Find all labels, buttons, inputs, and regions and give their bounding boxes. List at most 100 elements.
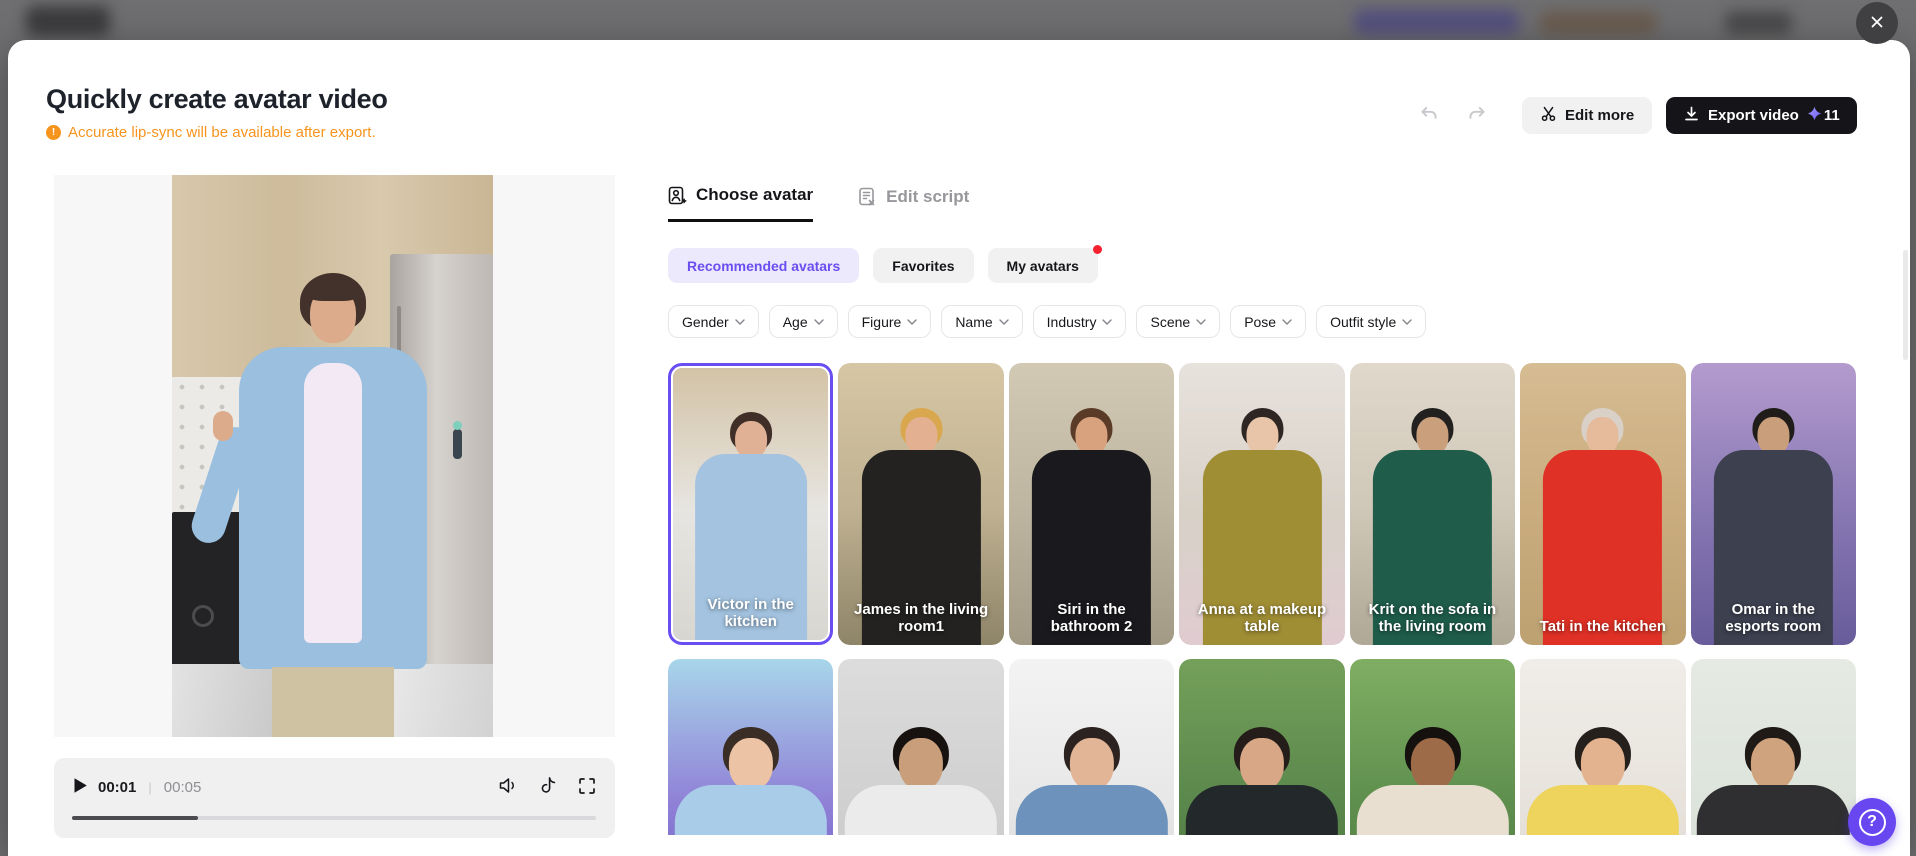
avatar-thumbnail: James in the living room1 xyxy=(838,363,1004,645)
filter-name[interactable]: Name xyxy=(941,305,1023,338)
filter-label: Pose xyxy=(1244,313,1277,330)
chevron-down-icon xyxy=(907,318,918,325)
chevron-down-icon xyxy=(1282,318,1292,325)
tab-label: Edit script xyxy=(886,186,970,206)
edit-more-label: Edit more xyxy=(1565,107,1635,124)
help-button[interactable]: ? xyxy=(1848,798,1896,846)
blurred-toolbar-item xyxy=(1540,11,1657,35)
export-video-label: Export video xyxy=(1708,107,1799,124)
edit-more-button[interactable]: Edit more xyxy=(1522,97,1653,134)
avatar-thumbnail xyxy=(1690,659,1856,835)
avatar-card[interactable] xyxy=(1349,659,1516,835)
avatar-name-label: Anna at a makeup table xyxy=(1197,601,1327,636)
avatar-person-illustration xyxy=(1543,408,1663,645)
filter-age[interactable]: Age xyxy=(768,305,838,338)
avatar-filter-row: Gender Age Figure Name Industry Scene Pose Outf… xyxy=(668,305,1427,338)
redo-button[interactable] xyxy=(1464,102,1490,128)
chip-label: Recommended avatars xyxy=(687,257,841,274)
avatar-card[interactable] xyxy=(1690,659,1856,835)
scrollbar-thumb[interactable] xyxy=(1903,250,1908,360)
panel-tabs: Choose avatar Edit script xyxy=(668,185,969,222)
filter-gender[interactable]: Gender xyxy=(668,305,759,338)
avatar-grid: Victor in the kitchen James in the living… xyxy=(668,363,1856,835)
filter-figure[interactable]: Figure xyxy=(847,305,932,338)
chip-my-avatars[interactable]: My avatars xyxy=(987,245,1102,283)
avatar-thumbnail: Anna at a makeup table xyxy=(1179,363,1345,645)
close-modal-button[interactable] xyxy=(1856,2,1898,44)
avatar-person-illustration xyxy=(1697,726,1850,835)
chevron-down-icon xyxy=(1402,318,1412,325)
player-controls: 00:01 | 00:05 xyxy=(54,758,615,838)
person-head xyxy=(1410,737,1455,790)
avatar-card-anna-at-a-makeup-table[interactable]: Anna at a makeup table xyxy=(1179,363,1345,645)
edit-script-icon xyxy=(858,187,877,206)
current-time: 00:01 xyxy=(98,778,137,796)
avatar-thumbnail: Krit on the sofa in the living room xyxy=(1349,363,1516,645)
time-divider: | xyxy=(148,779,152,795)
avatar-source-chips: Recommended avatars Favorites My avatars xyxy=(668,245,1102,283)
presenter-tshirt xyxy=(303,363,362,643)
blurred-toolbar-item xyxy=(1354,9,1519,35)
avatar-thumbnail xyxy=(668,659,834,835)
fullscreen-button[interactable] xyxy=(578,777,596,798)
fridge-scissors xyxy=(453,421,463,460)
avatar-thumbnail xyxy=(1520,659,1686,835)
filter-outfit-style[interactable]: Outfit style xyxy=(1316,305,1427,338)
avatar-card-krit-on-the-sofa-in-the-living-room[interactable]: Krit on the sofa in the living room xyxy=(1349,363,1516,645)
filter-scene[interactable]: Scene xyxy=(1136,305,1221,338)
export-video-button[interactable]: Export video 11 xyxy=(1666,97,1857,134)
avatar-card-omar-in-the-esports-room[interactable]: Omar in the esports room xyxy=(1690,363,1856,645)
tab-edit-script[interactable]: Edit script xyxy=(858,185,969,222)
avatar-thumbnail: Tati in the kitchen xyxy=(1520,363,1686,645)
seek-bar[interactable] xyxy=(72,816,596,820)
tab-choose-avatar[interactable]: Choose avatar xyxy=(668,185,814,222)
avatar-card[interactable] xyxy=(838,659,1004,835)
avatar-thumbnail: Victor in the kitchen xyxy=(673,368,829,640)
chevron-down-icon xyxy=(813,318,824,325)
avatar-thumbnail xyxy=(1008,659,1175,835)
page-title: Quickly create avatar video xyxy=(46,84,388,114)
avatar-card[interactable] xyxy=(668,659,834,835)
undo-button[interactable] xyxy=(1416,102,1442,128)
filter-industry[interactable]: Industry xyxy=(1032,305,1127,338)
avatar-card[interactable] xyxy=(1520,659,1686,835)
chip-favorites[interactable]: Favorites xyxy=(873,248,974,283)
video-preview xyxy=(54,175,615,737)
person-head xyxy=(1580,737,1625,790)
avatar-thumbnail xyxy=(1179,659,1345,835)
avatar-thumbnail: Omar in the esports room xyxy=(1690,363,1856,645)
avatar-card-james-in-the-living-room1[interactable]: James in the living room1 xyxy=(838,363,1004,645)
person-torso xyxy=(1356,784,1509,835)
avatar-card-tati-in-the-kitchen[interactable]: Tati in the kitchen xyxy=(1520,363,1686,645)
avatar-name-label: Siri in the bathroom 2 xyxy=(1050,601,1133,636)
create-avatar-video-modal: Quickly create avatar video ! Accurate l… xyxy=(8,40,1910,856)
play-button[interactable] xyxy=(73,777,88,797)
redo-icon xyxy=(1465,107,1489,129)
seek-bar-fill xyxy=(72,816,198,820)
avatar-name-label: Tati in the kitchen xyxy=(1539,618,1667,636)
avatar-person-illustration xyxy=(674,726,827,835)
tiktok-preview-button[interactable] xyxy=(540,776,557,798)
avatar-person-illustration xyxy=(845,726,998,835)
avatar-card-siri-in-the-bathroom-2[interactable]: Siri in the bathroom 2 xyxy=(1008,363,1175,645)
total-time: 00:05 xyxy=(163,778,202,796)
avatar-grid-row-1: Victor in the kitchen James in the living… xyxy=(668,363,1856,645)
filter-label: Age xyxy=(782,313,808,330)
person-torso xyxy=(1185,784,1339,835)
avatar-card[interactable] xyxy=(1179,659,1345,835)
sparkle-credit-icon xyxy=(1807,106,1822,125)
person-torso xyxy=(1015,784,1168,835)
speaker-icon xyxy=(498,776,519,798)
avatar-name-label: Omar in the esports room xyxy=(1725,601,1822,636)
presenter-fringe xyxy=(306,279,359,301)
person-head xyxy=(1751,737,1796,790)
choose-avatar-icon xyxy=(668,186,687,205)
avatar-card[interactable] xyxy=(1008,659,1175,835)
avatar-card-victor-in-the-kitchen[interactable]: Victor in the kitchen xyxy=(668,363,834,645)
chip-recommended-avatars[interactable]: Recommended avatars xyxy=(668,248,860,283)
blurred-toolbar-item xyxy=(1725,11,1792,35)
person-head xyxy=(899,737,944,790)
volume-button[interactable] xyxy=(498,776,519,798)
filter-label: Gender xyxy=(682,313,729,330)
filter-pose[interactable]: Pose xyxy=(1230,305,1307,338)
